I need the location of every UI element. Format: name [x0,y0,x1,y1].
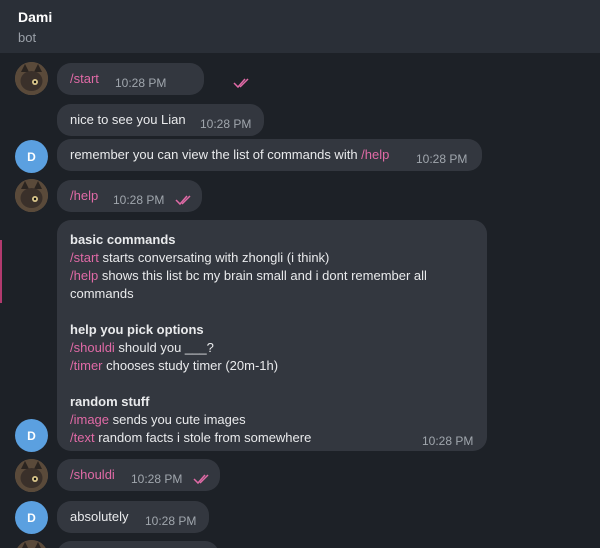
help-line: /timer chooses study timer (20m-1h) [70,358,279,373]
help-line: commands [70,286,134,301]
message-time: 10:28 PM [422,434,474,448]
chat-header[interactable]: Dami bot [0,0,600,53]
command-link[interactable]: /shouldi [70,466,115,484]
message-list[interactable]: /start 10:28 PM nice to see you Lian 10:… [0,53,600,548]
cat-avatar-icon [15,179,48,212]
command-link[interactable]: /start [70,70,99,88]
user-avatar[interactable] [15,540,48,548]
command-link[interactable]: /start [70,250,99,265]
message-bubble[interactable]: nice to see you Lian 10:28 PM [57,104,264,136]
help-line: /text random facts i stole from somewher… [70,430,312,445]
message-time: 10:28 PM [145,514,197,528]
chat-status: bot [18,30,37,45]
message-bubble[interactable]: remember you can view the list of comman… [57,139,482,171]
help-line: /help shows this list bc my brain small … [70,268,427,283]
message-bubble[interactable]: /start 10:28 PM [57,63,249,95]
message-time: 10:28 PM [131,472,183,486]
command-link[interactable]: /help [361,147,389,162]
chat-title: Dami [18,9,53,25]
section-heading: random stuff [70,394,150,409]
command-link[interactable]: /help [70,268,98,283]
help-line: /start starts conversating with zhongli … [70,250,330,265]
message-bubble[interactable]: /help 10:28 PM [57,180,202,212]
message-bubble[interactable]: basic commands /start starts conversatin… [57,220,487,451]
cat-avatar-icon [15,540,48,548]
user-avatar[interactable] [15,179,48,212]
bot-avatar[interactable]: D [15,501,48,534]
read-ticks-icon [175,195,191,206]
message-time: 10:28 PM [115,76,167,90]
user-avatar[interactable] [15,459,48,492]
message-time: 10:28 PM [416,152,468,166]
section-heading: basic commands [70,232,176,247]
command-link[interactable]: /help [70,187,98,205]
command-link[interactable]: /timer [70,358,103,373]
bot-avatar[interactable]: D [15,140,48,173]
user-avatar[interactable] [15,62,48,95]
command-link[interactable]: /shouldi [70,340,115,355]
message-text: remember you can view the list of comman… [70,147,390,162]
message-bubble[interactable]: absolutely 10:28 PM [57,501,209,533]
bot-avatar[interactable]: D [15,419,48,452]
read-ticks-icon [233,78,249,89]
cat-avatar-icon [15,62,48,95]
section-heading: help you pick options [70,322,204,337]
message-bubble[interactable]: /shouldi 10:28 PM [57,459,220,491]
message-text: nice to see you Lian [70,112,186,127]
command-link[interactable]: /text [70,430,95,445]
help-line: /shouldi should you ___? [70,340,214,355]
read-ticks-icon [193,474,209,485]
message-time: 10:28 PM [200,117,252,131]
message-time: 10:28 PM [113,193,165,207]
command-link[interactable]: /image [70,412,109,427]
help-line: /image sends you cute images [70,412,246,427]
cat-avatar-icon [15,459,48,492]
message-bubble[interactable] [57,541,219,548]
message-text: absolutely [70,509,129,524]
